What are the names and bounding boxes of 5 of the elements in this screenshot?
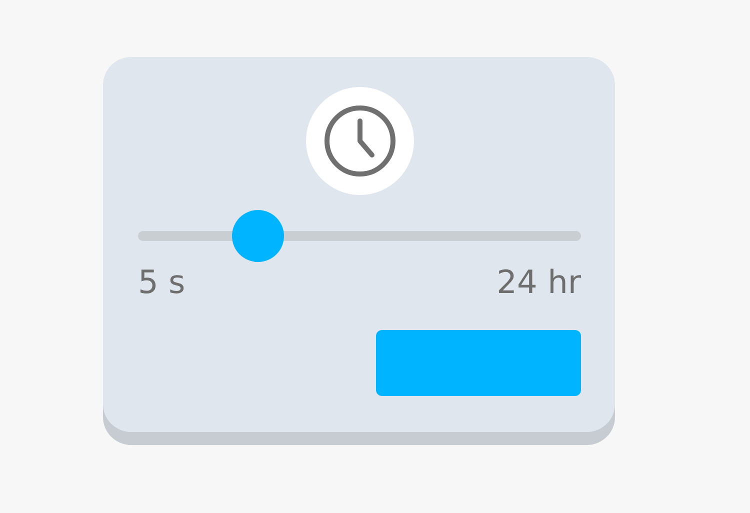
action-button[interactable] — [376, 330, 581, 396]
max-label: 24 hr — [496, 262, 581, 302]
slider[interactable] — [138, 210, 581, 262]
min-label: 5 s — [138, 262, 186, 302]
clock-icon — [322, 103, 398, 179]
